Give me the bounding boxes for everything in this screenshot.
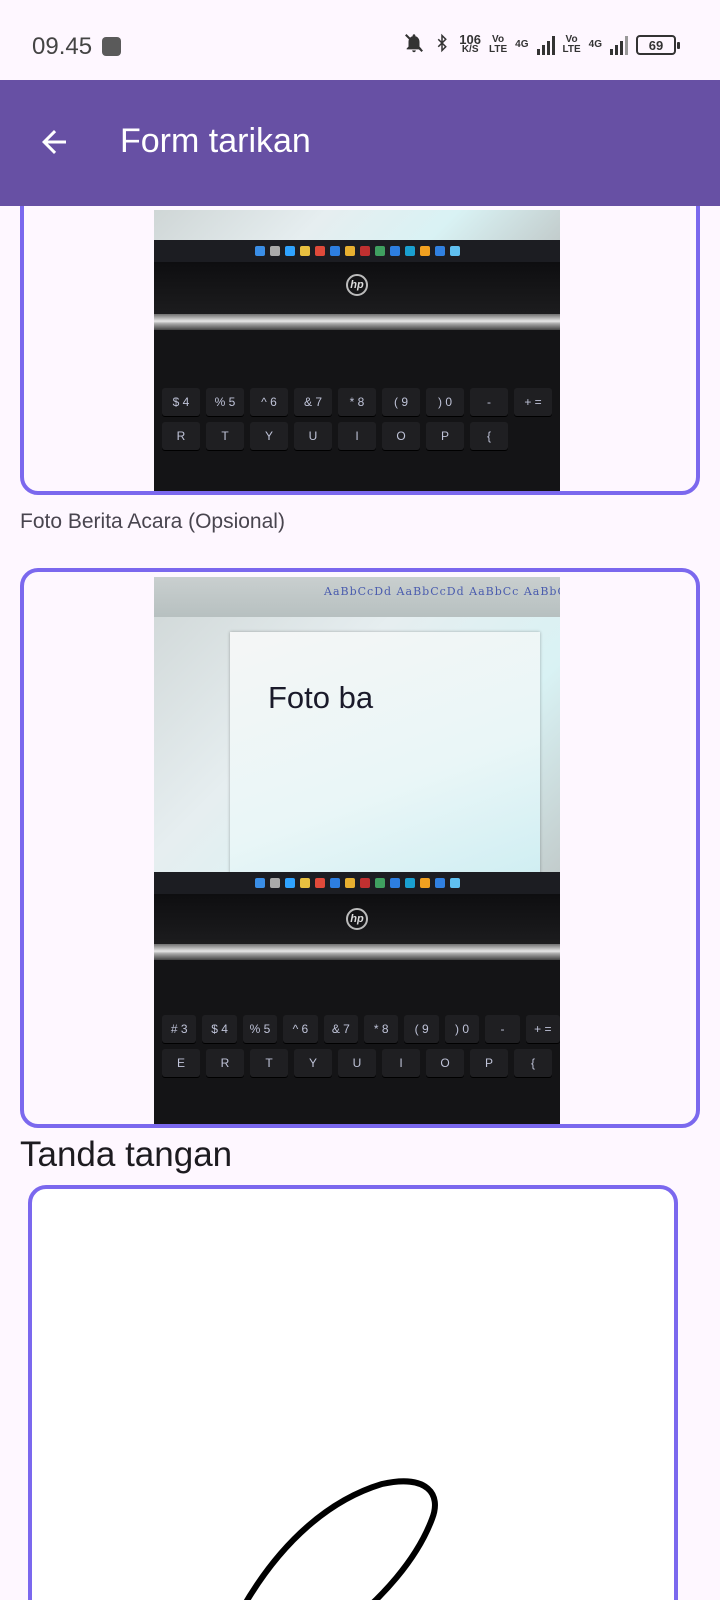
laptop-taskbar [154,872,560,894]
keyboard-key: U [338,1049,376,1077]
arrow-back-icon [42,130,66,154]
keyboard-key: Y [250,422,288,450]
keyboard-key: * 8 [338,388,376,416]
laptop-keyboard: $ 4% 5 ^ 6 & 7 * 8( 9) 0- + = R T Y U I O P{ [154,330,560,491]
keyboard-key: O [382,422,420,450]
app-bar: Form tarikan [0,80,720,206]
keyboard-key: - [470,388,508,416]
keyboard-key: # 3 [162,1015,197,1043]
keyboard-key: E [162,1049,200,1077]
sim2-volte: Vo LTE [563,35,581,55]
keyboard-key: ^ 6 [250,388,288,416]
battery-level: 69 [648,37,664,53]
back-button[interactable] [30,118,78,166]
sim1-volte-bottom: LTE [489,44,508,55]
keyboard-row: R T Y U I O P{ [154,422,560,450]
keyboard-key: $ 4 [202,1015,237,1043]
status-icons: 106 K/S Vo LTE 4G Vo LTE 4G 69 [403,30,680,60]
keyboard-key: T [250,1049,288,1077]
keyboard-row: E R T Y U I O P{ [154,1049,560,1077]
keyboard-key: % 5 [206,388,244,416]
laptop-taskbar [154,240,560,262]
keyboard-key: $ 4 [162,388,200,416]
keyboard-key: ( 9 [382,388,420,416]
photo-berita-acara: AaBbCcDd AaBbCcDd AaBbCc AaBbCcC Foto ba… [154,577,560,1124]
keyboard-key: ) 0 [444,1015,480,1043]
document-page: Foto ba [230,632,540,877]
page-title: Form tarikan [120,122,311,160]
photo-ba-card[interactable]: AaBbCcDd AaBbCcDd AaBbCc AaBbCcC Foto ba… [20,568,700,1128]
keyboard-key: R [206,1049,244,1077]
hp-logo: hp [346,274,368,296]
signature-heading: Tanda tangan [20,1135,233,1174]
keyboard-key: ^ 6 [283,1015,318,1043]
keyboard-key: ( 9 [404,1015,439,1043]
sim1-volte: Vo LTE [489,35,507,55]
notifications-off-icon [403,32,425,59]
status-bar: 09.45 106 K/S Vo LTE 4G Vo LTE 4G 69 [0,0,720,80]
ribbon-styles-text: AaBbCcDd AaBbCcDd AaBbCc AaBbCcC [324,585,560,598]
sim2-signal-icon [610,35,628,55]
notification-app-icon [102,37,121,56]
keyboard-key: ) 0 [426,388,464,416]
keyboard-key: O [426,1049,464,1077]
keyboard-key: & 7 [294,388,332,416]
hp-logo: hp [346,908,368,930]
battery-icon: 69 [636,35,680,55]
keyboard-key: { [514,1049,552,1077]
keyboard-key: U [294,422,332,450]
laptop-hinge [154,944,560,960]
sim2-network: 4G [588,39,602,50]
laptop-hinge [154,314,560,330]
network-speed: 106 K/S [459,33,481,55]
photo-ba-label: Foto Berita Acara (Opsional) [20,510,285,533]
keyboard-key: - [485,1015,520,1043]
signature-stroke [243,1478,438,1600]
word-ribbon: AaBbCcDd AaBbCcDd AaBbCc AaBbCcC [154,577,560,617]
laptop-screen: AaBbCcDd AaBbCcDd AaBbCc AaBbCcC Foto ba [154,577,560,877]
keyboard-key: + = [514,388,552,416]
keyboard-key: R [162,422,200,450]
document-text: Foto ba [268,680,374,715]
keyboard-key: % 5 [242,1015,278,1043]
photo-card-top[interactable]: hp $ 4% 5 ^ 6 & 7 * 8( 9) 0- + = R T Y U I O P{ [20,170,700,495]
keyboard-key: & 7 [323,1015,359,1043]
keyboard-key: Y [294,1049,332,1077]
keyboard-key: T [206,422,244,450]
keyboard-key: P [426,422,464,450]
laptop-screen [154,210,560,240]
sim1-signal-icon [536,35,555,55]
network-speed-unit: K/S [461,44,479,55]
laptop-bezel: hp [154,894,560,944]
sim2-volte-bottom: LTE [562,44,581,55]
status-time: 09.45 [32,33,93,60]
keyboard-key: I [382,1049,420,1077]
laptop-bezel: hp [154,262,560,314]
keyboard-key: P [470,1049,508,1077]
keyboard-key: + = [525,1015,560,1043]
keyboard-key: * 8 [364,1015,399,1043]
keyboard-row: $ 4% 5 ^ 6 & 7 * 8( 9) 0- + = [154,388,560,416]
keyboard-row: # 3 $ 4% 5 ^ 6 & 7 * 8( 9) 0- + = [154,1015,560,1043]
laptop-keyboard: # 3 $ 4% 5 ^ 6 & 7 * 8( 9) 0- + = E R T Y U I O P{ [154,960,560,1124]
keyboard-key: I [338,422,376,450]
keyboard-key: { [470,422,508,450]
signature-pad[interactable] [28,1185,678,1600]
bluetooth-icon [433,32,451,59]
sim1-network: 4G [515,39,529,50]
photo-laptop-top: hp $ 4% 5 ^ 6 & 7 * 8( 9) 0- + = R T Y U I O P{ [154,210,560,491]
